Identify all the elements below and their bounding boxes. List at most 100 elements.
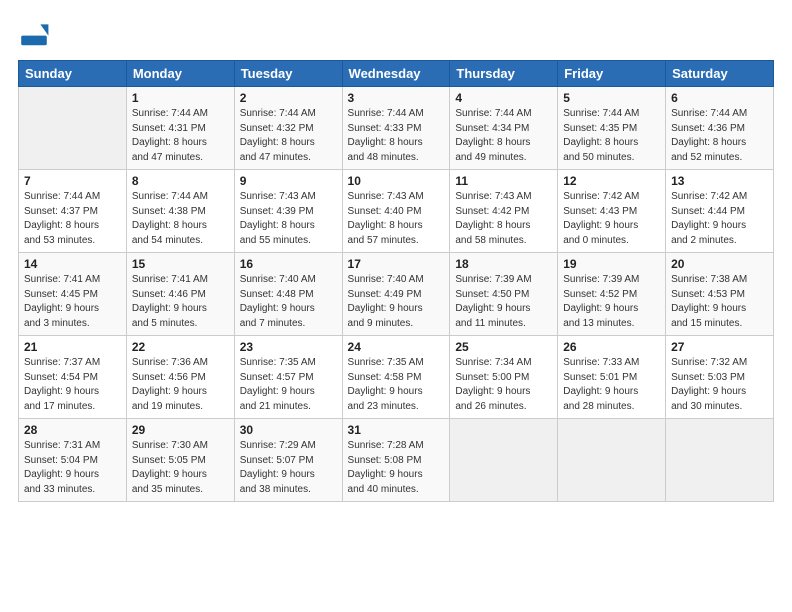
calendar-cell xyxy=(19,87,127,170)
day-number: 18 xyxy=(455,257,552,271)
day-info: Sunrise: 7:44 AMSunset: 4:38 PMDaylight:… xyxy=(132,190,229,248)
day-info: Sunrise: 7:44 AMSunset: 4:34 PMDaylight:… xyxy=(455,107,552,165)
day-info: Sunrise: 7:30 AMSunset: 5:05 PMDaylight:… xyxy=(132,439,229,497)
day-info: Sunrise: 7:43 AMSunset: 4:40 PMDaylight:… xyxy=(348,190,445,248)
calendar-cell: 2 Sunrise: 7:44 AMSunset: 4:32 PMDaylight… xyxy=(234,87,342,170)
calendar-week-2: 7Sunrise: 7:44 AMSunset: 4:37 PMDaylight… xyxy=(19,170,774,253)
calendar-week-1: 1Sunrise: 7:44 AMSunset: 4:31 PMDaylight… xyxy=(19,87,774,170)
day-number: 23 xyxy=(240,340,337,354)
day-info: Sunrise: 7:40 AMSunset: 4:49 PMDaylight:… xyxy=(348,273,445,331)
day-info: Sunrise: 7:33 AMSunset: 5:01 PMDaylight:… xyxy=(563,356,660,414)
day-number: 11 xyxy=(455,174,552,188)
day-info: Sunrise: 7:39 AMSunset: 4:50 PMDaylight:… xyxy=(455,273,552,331)
calendar-week-3: 14 Sunrise: 7:41 AMSunset: 4:45 PMDayligh… xyxy=(19,253,774,336)
day-info: Sunrise: 7:44 AMSunset: 4:36 PMDaylight:… xyxy=(671,107,768,165)
day-info: Sunrise: 7:38 AMSunset: 4:53 PMDaylight:… xyxy=(671,273,768,331)
weekday-header-row: SundayMondayTuesdayWednesdayThursdayFrid… xyxy=(19,61,774,87)
day-number: 10 xyxy=(348,174,445,188)
calendar-week-4: 21 Sunrise: 7:37 AMSunset: 4:54 PMDayligh… xyxy=(19,336,774,419)
day-number: 15 xyxy=(132,257,229,271)
weekday-header-monday: Monday xyxy=(126,61,234,87)
calendar-cell: 6 Sunrise: 7:44 AMSunset: 4:36 PMDaylight… xyxy=(666,87,774,170)
day-info: Sunrise: 7:31 AMSunset: 5:04 PMDaylight:… xyxy=(24,439,121,497)
calendar-cell xyxy=(666,419,774,502)
calendar-cell: 7Sunrise: 7:44 AMSunset: 4:37 PMDaylight… xyxy=(19,170,127,253)
day-number: 22 xyxy=(132,340,229,354)
header xyxy=(18,18,774,50)
weekday-header-saturday: Saturday xyxy=(666,61,774,87)
day-info: Sunrise: 7:35 AMSunset: 4:57 PMDaylight:… xyxy=(240,356,337,414)
day-info: Sunrise: 7:34 AMSunset: 5:00 PMDaylight:… xyxy=(455,356,552,414)
calendar-cell: 8 Sunrise: 7:44 AMSunset: 4:38 PMDaylight… xyxy=(126,170,234,253)
calendar-cell: 27 Sunrise: 7:32 AMSunset: 5:03 PMDayligh… xyxy=(666,336,774,419)
calendar-cell xyxy=(558,419,666,502)
day-number: 31 xyxy=(348,423,445,437)
day-info: Sunrise: 7:41 AMSunset: 4:45 PMDaylight:… xyxy=(24,273,121,331)
day-number: 3 xyxy=(348,91,445,105)
calendar-cell: 23 Sunrise: 7:35 AMSunset: 4:57 PMDayligh… xyxy=(234,336,342,419)
day-info: Sunrise: 7:29 AMSunset: 5:07 PMDaylight:… xyxy=(240,439,337,497)
day-number: 4 xyxy=(455,91,552,105)
calendar-cell: 30 Sunrise: 7:29 AMSunset: 5:07 PMDayligh… xyxy=(234,419,342,502)
page: SundayMondayTuesdayWednesdayThursdayFrid… xyxy=(0,0,792,612)
day-info: Sunrise: 7:35 AMSunset: 4:58 PMDaylight:… xyxy=(348,356,445,414)
day-info: Sunrise: 7:37 AMSunset: 4:54 PMDaylight:… xyxy=(24,356,121,414)
calendar-cell: 15 Sunrise: 7:41 AMSunset: 4:46 PMDayligh… xyxy=(126,253,234,336)
day-number: 28 xyxy=(24,423,121,437)
day-number: 24 xyxy=(348,340,445,354)
day-number: 27 xyxy=(671,340,768,354)
calendar-cell: 24 Sunrise: 7:35 AMSunset: 4:58 PMDayligh… xyxy=(342,336,450,419)
calendar-cell: 10 Sunrise: 7:43 AMSunset: 4:40 PMDayligh… xyxy=(342,170,450,253)
calendar-cell: 25 Sunrise: 7:34 AMSunset: 5:00 PMDayligh… xyxy=(450,336,558,419)
calendar-cell xyxy=(450,419,558,502)
day-info: Sunrise: 7:41 AMSunset: 4:46 PMDaylight:… xyxy=(132,273,229,331)
day-info: Sunrise: 7:44 AMSunset: 4:32 PMDaylight:… xyxy=(240,107,337,165)
day-number: 13 xyxy=(671,174,768,188)
day-info: Sunrise: 7:44 AMSunset: 4:33 PMDaylight:… xyxy=(348,107,445,165)
calendar-cell: 16Sunrise: 7:40 AMSunset: 4:48 PMDayligh… xyxy=(234,253,342,336)
day-number: 20 xyxy=(671,257,768,271)
calendar-cell: 28 Sunrise: 7:31 AMSunset: 5:04 PMDayligh… xyxy=(19,419,127,502)
calendar-cell: 26Sunrise: 7:33 AMSunset: 5:01 PMDayligh… xyxy=(558,336,666,419)
calendar-cell: 29Sunrise: 7:30 AMSunset: 5:05 PMDayligh… xyxy=(126,419,234,502)
weekday-header-wednesday: Wednesday xyxy=(342,61,450,87)
day-number: 19 xyxy=(563,257,660,271)
calendar-week-5: 28 Sunrise: 7:31 AMSunset: 5:04 PMDayligh… xyxy=(19,419,774,502)
weekday-header-sunday: Sunday xyxy=(19,61,127,87)
day-info: Sunrise: 7:36 AMSunset: 4:56 PMDaylight:… xyxy=(132,356,229,414)
day-number: 12 xyxy=(563,174,660,188)
day-number: 14 xyxy=(24,257,121,271)
day-number: 30 xyxy=(240,423,337,437)
day-number: 6 xyxy=(671,91,768,105)
calendar-cell: 12 Sunrise: 7:42 AMSunset: 4:43 PMDayligh… xyxy=(558,170,666,253)
weekday-header-thursday: Thursday xyxy=(450,61,558,87)
day-number: 25 xyxy=(455,340,552,354)
calendar-cell: 3 Sunrise: 7:44 AMSunset: 4:33 PMDaylight… xyxy=(342,87,450,170)
calendar-cell: 14 Sunrise: 7:41 AMSunset: 4:45 PMDayligh… xyxy=(19,253,127,336)
calendar-cell: 19 Sunrise: 7:39 AMSunset: 4:52 PMDayligh… xyxy=(558,253,666,336)
calendar-cell: 20 Sunrise: 7:38 AMSunset: 4:53 PMDayligh… xyxy=(666,253,774,336)
day-info: Sunrise: 7:32 AMSunset: 5:03 PMDaylight:… xyxy=(671,356,768,414)
calendar-cell: 9 Sunrise: 7:43 AMSunset: 4:39 PMDaylight… xyxy=(234,170,342,253)
calendar-cell: 21 Sunrise: 7:37 AMSunset: 4:54 PMDayligh… xyxy=(19,336,127,419)
day-info: Sunrise: 7:42 AMSunset: 4:44 PMDaylight:… xyxy=(671,190,768,248)
day-info: Sunrise: 7:43 AMSunset: 4:39 PMDaylight:… xyxy=(240,190,337,248)
calendar-cell: 22 Sunrise: 7:36 AMSunset: 4:56 PMDayligh… xyxy=(126,336,234,419)
calendar-cell: 18 Sunrise: 7:39 AMSunset: 4:50 PMDayligh… xyxy=(450,253,558,336)
day-info: Sunrise: 7:43 AMSunset: 4:42 PMDaylight:… xyxy=(455,190,552,248)
calendar-cell: 31Sunrise: 7:28 AMSunset: 5:08 PMDayligh… xyxy=(342,419,450,502)
weekday-header-friday: Friday xyxy=(558,61,666,87)
calendar-cell: 5Sunrise: 7:44 AMSunset: 4:35 PMDaylight… xyxy=(558,87,666,170)
weekday-header-tuesday: Tuesday xyxy=(234,61,342,87)
day-number: 9 xyxy=(240,174,337,188)
day-number: 16 xyxy=(240,257,337,271)
day-info: Sunrise: 7:39 AMSunset: 4:52 PMDaylight:… xyxy=(563,273,660,331)
day-number: 2 xyxy=(240,91,337,105)
calendar-table: SundayMondayTuesdayWednesdayThursdayFrid… xyxy=(18,60,774,502)
calendar-cell: 13 Sunrise: 7:42 AMSunset: 4:44 PMDayligh… xyxy=(666,170,774,253)
day-info: Sunrise: 7:42 AMSunset: 4:43 PMDaylight:… xyxy=(563,190,660,248)
day-number: 21 xyxy=(24,340,121,354)
day-info: Sunrise: 7:44 AMSunset: 4:37 PMDaylight:… xyxy=(24,190,121,248)
logo-icon xyxy=(18,18,50,50)
day-number: 8 xyxy=(132,174,229,188)
